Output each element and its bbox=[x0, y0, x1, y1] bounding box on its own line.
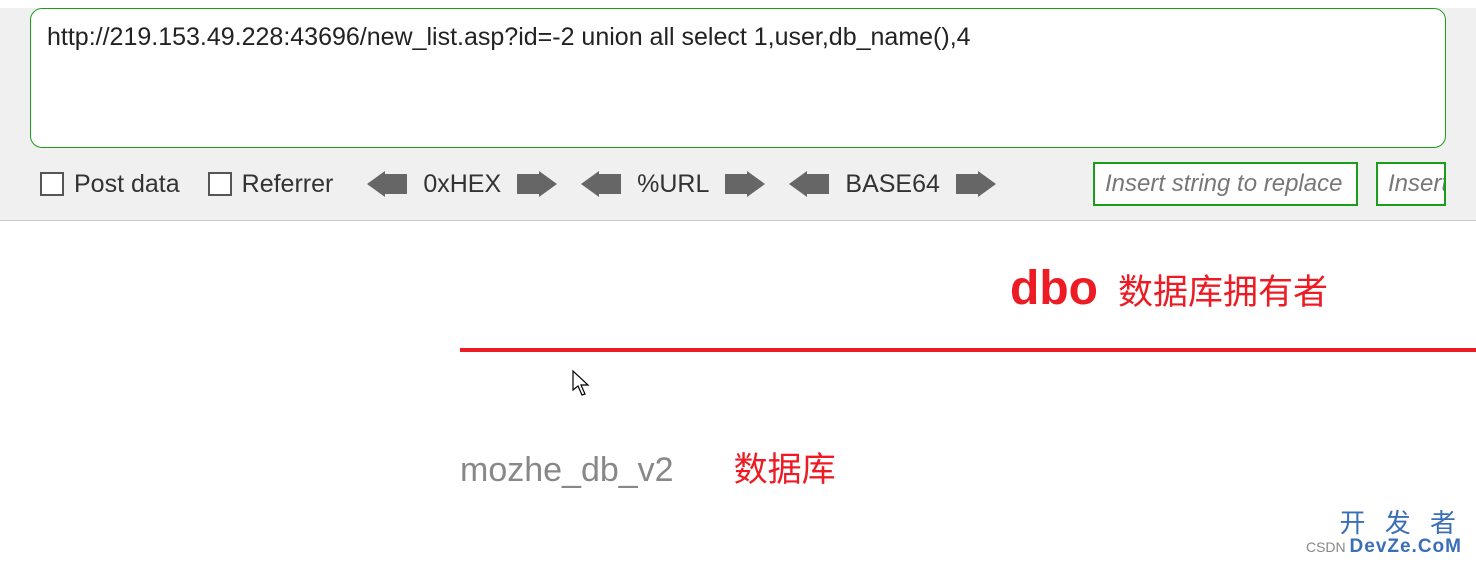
result-user-annotation: 数据库拥有者 bbox=[1118, 264, 1328, 315]
result-title-row: dbo 数据库拥有者 bbox=[1010, 261, 1476, 316]
post-data-checkbox[interactable]: Post data bbox=[40, 170, 180, 199]
base64-label: BASE64 bbox=[845, 170, 940, 199]
page-content: dbo 数据库拥有者 mozhe_db_v2 数据库 bbox=[0, 221, 1476, 491]
hex-encode-button[interactable]: 0xHEX bbox=[367, 170, 557, 199]
result-user-value: dbo bbox=[1010, 261, 1098, 316]
checkbox-icon bbox=[40, 172, 64, 196]
arrow-left-icon bbox=[789, 171, 807, 197]
result-db-row: mozhe_db_v2 数据库 bbox=[460, 442, 1476, 491]
referrer-checkbox[interactable]: Referrer bbox=[208, 170, 334, 199]
toolbar-region: http://219.153.49.228:43696/new_list.asp… bbox=[0, 8, 1476, 221]
url-encode-button[interactable]: %URL bbox=[581, 170, 765, 199]
arrow-right-icon bbox=[747, 171, 765, 197]
replace-with-input[interactable]: Insert bbox=[1376, 162, 1446, 206]
referrer-label: Referrer bbox=[242, 170, 334, 199]
base64-encode-button[interactable]: BASE64 bbox=[789, 170, 996, 199]
url-input[interactable]: http://219.153.49.228:43696/new_list.asp… bbox=[30, 8, 1446, 148]
watermark-line1: 开 发 者 bbox=[1306, 509, 1462, 538]
post-data-label: Post data bbox=[74, 170, 180, 199]
checkbox-icon bbox=[208, 172, 232, 196]
arrow-left-icon bbox=[367, 171, 385, 197]
divider-line bbox=[460, 348, 1476, 352]
controls-row: Post data Referrer 0xHEX %URL BASE64 bbox=[0, 162, 1476, 212]
replace-string-input[interactable]: Insert string to replace bbox=[1093, 162, 1358, 206]
arrow-right-icon bbox=[539, 171, 557, 197]
result-db-value: mozhe_db_v2 bbox=[460, 451, 674, 490]
urlenc-label: %URL bbox=[637, 170, 709, 199]
hex-label: 0xHEX bbox=[423, 170, 501, 199]
watermark: 开 发 者 CSDN DevZe.CoM bbox=[1306, 509, 1462, 558]
arrow-left-icon bbox=[581, 171, 599, 197]
result-db-annotation: 数据库 bbox=[734, 442, 836, 491]
watermark-line2: CSDN DevZe.CoM bbox=[1306, 537, 1462, 558]
arrow-right-icon bbox=[978, 171, 996, 197]
